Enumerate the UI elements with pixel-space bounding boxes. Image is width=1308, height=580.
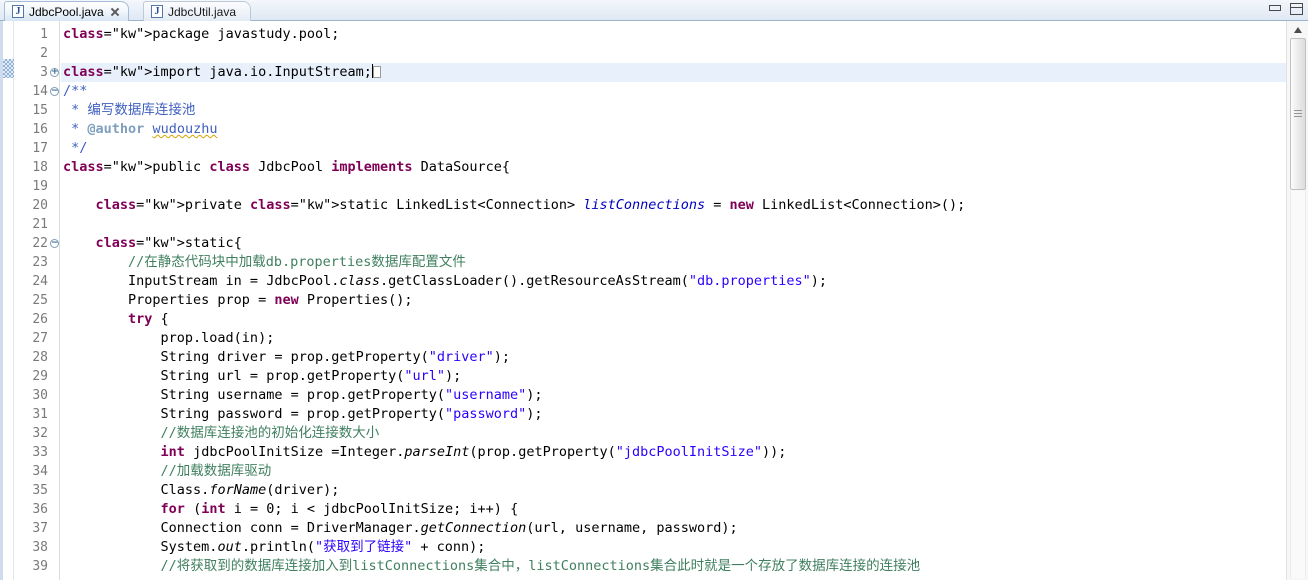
code-line[interactable]: try { (61, 310, 1286, 329)
code-line[interactable]: class="kw">static{ (61, 234, 1286, 253)
view-toolbar (1268, 2, 1304, 16)
fold-collapse-icon[interactable]: − (50, 234, 59, 253)
code-line[interactable]: String password = prop.getProperty("pass… (61, 405, 1286, 424)
code-line[interactable]: String username = prop.getProperty("user… (61, 386, 1286, 405)
code-line[interactable]: class="kw">public class JdbcPool impleme… (61, 158, 1286, 177)
minimize-icon (1269, 5, 1281, 11)
code-line[interactable]: InputStream in = JdbcPool.class.getClass… (61, 272, 1286, 291)
code-line[interactable] (61, 177, 1286, 196)
line-number: 30 (32, 388, 48, 403)
code-text-area[interactable]: class="kw">package javastudy.pool; class=… (61, 21, 1286, 580)
line-number: 36 (32, 502, 48, 517)
line-number: 37 (32, 521, 48, 536)
editor-body: 1 2 3 14 15 16 17 18 19 20 21 22 23 24 25 26 27 28 29 30 31 3… (0, 21, 1308, 580)
tab-jdbcpool-java[interactable]: J JdbcPool.java (4, 1, 129, 21)
java-file-icon: J (151, 5, 163, 18)
line-number: 24 (32, 274, 48, 289)
code-line[interactable]: class="kw">package javastudy.pool; (61, 25, 1286, 44)
line-number: 35 (32, 483, 48, 498)
tab-label: JdbcPool.java (29, 4, 104, 19)
line-number: 31 (32, 407, 48, 422)
code-line[interactable]: */ (61, 139, 1286, 158)
line-number: 39 (32, 559, 48, 574)
line-number: 14 (32, 84, 48, 99)
line-number: 23 (32, 255, 48, 270)
code-line[interactable]: * @author wudouzhu (61, 120, 1286, 139)
line-number: 19 (32, 179, 48, 194)
tab-jdbcutil-java[interactable]: J JdbcUtil.java (143, 1, 252, 21)
line-number: 38 (32, 540, 48, 555)
fold-expand-icon[interactable]: + (50, 63, 59, 82)
line-number-ruler: 1 2 3 14 15 16 17 18 19 20 21 22 23 24 25 26 27 28 29 30 31 3… (14, 21, 50, 580)
java-file-icon: J (12, 5, 24, 18)
folded-region-marker[interactable] (3, 59, 14, 78)
line-number: 1 (40, 27, 48, 42)
line-number: 33 (32, 445, 48, 460)
fold-glyph: − (50, 238, 59, 248)
line-number: 29 (32, 369, 48, 384)
code-line[interactable] (61, 215, 1286, 234)
code-line[interactable]: String url = prop.getProperty("url"); (61, 367, 1286, 386)
line-number: 16 (32, 122, 48, 137)
grip-lines-icon (1294, 110, 1302, 119)
code-line[interactable]: class="kw">import java.io.InputStream; (61, 63, 1286, 82)
code-line[interactable]: //将获取到的数据库连接加入到listConnections集合中，listCo… (61, 557, 1286, 576)
line-number: 17 (32, 141, 48, 156)
folded-code-box[interactable] (372, 66, 381, 78)
line-number: 20 (32, 198, 48, 213)
fold-collapse-icon[interactable]: − (50, 82, 59, 101)
scrollbar-thumb[interactable] (1290, 38, 1306, 190)
code-line[interactable]: String driver = prop.getProperty("driver… (61, 348, 1286, 367)
line-number: 26 (32, 312, 48, 327)
code-line[interactable]: for (int i = 0; i < jdbcPoolInitSize; i+… (61, 500, 1286, 519)
line-number: 28 (32, 350, 48, 365)
code-line[interactable]: class="kw">private class="kw">static Lin… (61, 196, 1286, 215)
maximize-button[interactable] (1289, 2, 1304, 16)
code-line[interactable]: //加载数据库驱动 (61, 462, 1286, 481)
line-number: 22 (32, 236, 48, 251)
line-number: 27 (32, 331, 48, 346)
maximize-icon (1290, 3, 1303, 15)
code-line[interactable]: int jdbcPoolInitSize =Integer.parseInt(p… (61, 443, 1286, 462)
code-line[interactable]: Connection conn = DriverManager.getConne… (61, 519, 1286, 538)
line-number: 15 (32, 103, 48, 118)
fold-glyph: + (50, 67, 59, 77)
eclipse-editor-window: J JdbcPool.java J JdbcUtil.java 1 2 3 14 15 1… (0, 0, 1308, 580)
code-line[interactable]: prop.load(in); (61, 329, 1286, 348)
scroll-up-button[interactable] (1290, 23, 1306, 37)
editor-tab-bar: J JdbcPool.java J JdbcUtil.java (0, 0, 1308, 21)
line-number: 21 (32, 217, 48, 232)
line-number: 34 (32, 464, 48, 479)
tab-label: JdbcUtil.java (168, 4, 237, 19)
code-line[interactable]: System.out.println("获取到了链接" + conn); (61, 538, 1286, 557)
vertical-scrollbar[interactable] (1286, 21, 1308, 580)
fold-glyph: − (50, 86, 59, 96)
line-number: 3 (40, 65, 48, 80)
scrollbar-track[interactable] (1290, 191, 1306, 578)
line-number: 18 (32, 160, 48, 175)
code-line[interactable]: /** (61, 82, 1286, 101)
code-line[interactable]: Class.forName(driver); (61, 481, 1286, 500)
code-line[interactable]: //数据库连接池的初始化连接数大小 (61, 424, 1286, 443)
code-line[interactable]: * 编写数据库连接池 (61, 101, 1286, 120)
close-icon[interactable] (110, 7, 120, 17)
code-line[interactable] (61, 44, 1286, 63)
minimize-button[interactable] (1268, 2, 1283, 16)
line-number: 2 (40, 46, 48, 61)
line-number: 25 (32, 293, 48, 308)
code-line[interactable]: Properties prop = new Properties(); (61, 291, 1286, 310)
code-folding-ruler[interactable]: + − − (50, 21, 60, 580)
annotation-marker-bar[interactable] (0, 21, 14, 580)
line-number: 32 (32, 426, 48, 441)
code-line[interactable]: //在静态代码块中加载db.properties数据库配置文件 (61, 253, 1286, 272)
